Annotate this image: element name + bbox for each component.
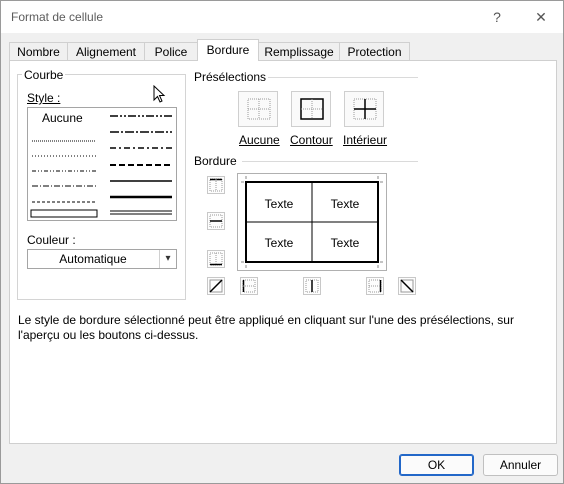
- dialog-title: Format de cellule: [11, 10, 104, 24]
- hint-text: Le style de bordure sélectionné peut êtr…: [18, 313, 514, 342]
- preset-inside-label: Intérieur: [343, 133, 388, 147]
- border-inside-vertical-icon: [305, 279, 319, 293]
- line-style-list[interactable]: Aucune: [27, 107, 177, 221]
- preview-cell-text: Texte: [330, 197, 360, 211]
- ok-button[interactable]: OK: [399, 454, 474, 476]
- border-label: Bordure: [194, 154, 237, 168]
- preset-outline-label: Contour: [290, 133, 333, 147]
- border-diagonal-down-button[interactable]: [398, 277, 416, 295]
- diagonal-down-icon: [400, 279, 414, 293]
- courbe-group-label: Courbe: [22, 68, 66, 82]
- line-style-swatches[interactable]: [28, 108, 174, 218]
- color-combobox[interactable]: Automatique ▾: [27, 249, 177, 269]
- border-right-icon: [368, 279, 382, 293]
- border-preview[interactable]: Texte Texte Texte Texte: [237, 173, 387, 271]
- border-right-button[interactable]: [366, 277, 384, 295]
- tab-remplissage[interactable]: Remplissage: [258, 42, 340, 61]
- border-tab-panel: Courbe Style : Aucune Couleur: Automati…: [9, 60, 557, 444]
- border-bottom-icon: [209, 252, 223, 266]
- border-diagonal-up-button[interactable]: [207, 277, 225, 295]
- style-label: Style :: [27, 91, 61, 105]
- title-bar: Format de cellule ? ✕: [1, 1, 563, 33]
- tab-police[interactable]: Police: [144, 42, 198, 61]
- border-top-button[interactable]: [207, 176, 225, 194]
- color-value: Automatique: [59, 252, 127, 266]
- chevron-down-icon[interactable]: ▾: [159, 250, 176, 268]
- close-button[interactable]: ✕: [523, 5, 559, 29]
- tab-alignement[interactable]: Alignement: [67, 42, 145, 61]
- border-left-button[interactable]: [240, 277, 258, 295]
- mouse-cursor-icon: [153, 85, 166, 103]
- border-left-icon: [242, 279, 256, 293]
- tab-protection[interactable]: Protection: [339, 42, 410, 61]
- preset-none-button[interactable]: [238, 91, 278, 127]
- tab-nombre[interactable]: Nombre: [9, 42, 68, 61]
- preset-none-icon: [247, 98, 271, 120]
- border-top-icon: [209, 178, 223, 192]
- cancel-button[interactable]: Annuler: [483, 454, 558, 476]
- help-button[interactable]: ?: [479, 5, 515, 29]
- preview-cell-text: Texte: [264, 236, 294, 250]
- preset-outline-icon: [300, 98, 324, 120]
- presets-divider: [268, 77, 418, 78]
- preset-inside-icon: [353, 98, 377, 120]
- presets-label: Présélections: [194, 70, 267, 84]
- tab-bordure[interactable]: Bordure: [197, 39, 259, 61]
- preview-cell-text: Texte: [264, 197, 294, 211]
- preset-none-label: Aucune: [239, 133, 280, 147]
- preview-cell-text: Texte: [330, 236, 360, 250]
- border-inside-vertical-button[interactable]: [303, 277, 321, 295]
- preview-grid: [241, 176, 383, 268]
- preset-outline-button[interactable]: [291, 91, 331, 127]
- color-label: Couleur :: [27, 233, 76, 247]
- format-cells-dialog: Format de cellule ? ✕ Nombre Alignement …: [0, 0, 564, 484]
- border-inside-horizontal-button[interactable]: [207, 212, 225, 230]
- border-inside-horizontal-icon: [209, 214, 223, 228]
- preset-inside-button[interactable]: [344, 91, 384, 127]
- border-divider: [242, 161, 418, 162]
- border-bottom-button[interactable]: [207, 250, 225, 268]
- diagonal-up-icon: [209, 279, 223, 293]
